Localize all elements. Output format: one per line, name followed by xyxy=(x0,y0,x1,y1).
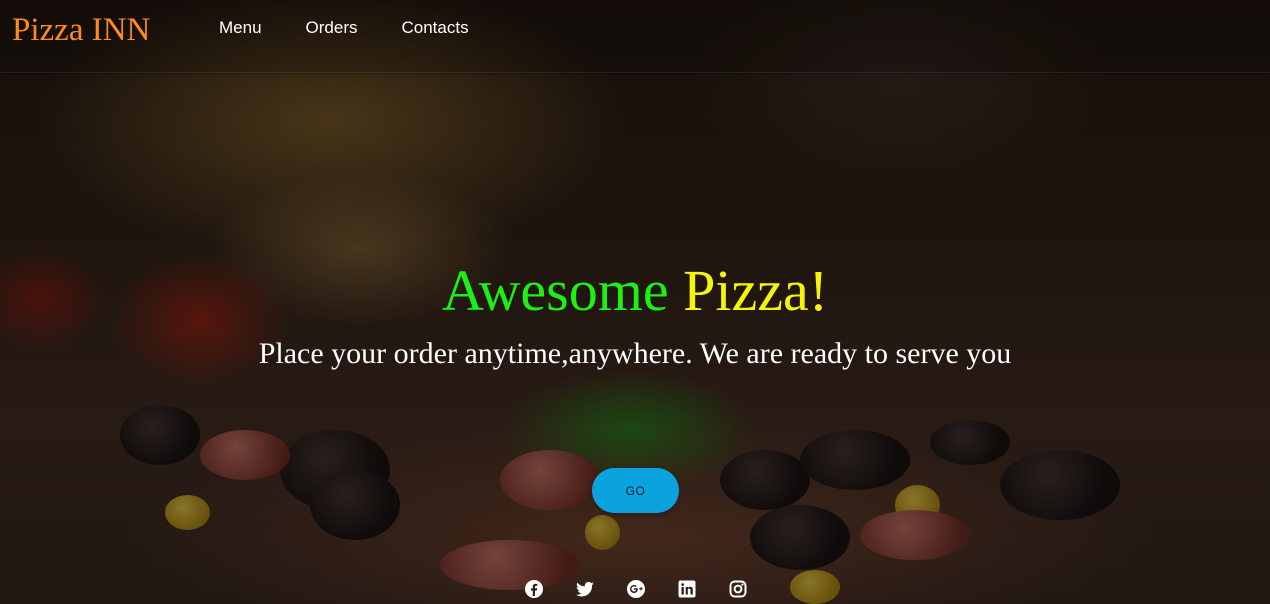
top-navbar: Pizza INN Menu Orders Contacts xyxy=(0,0,1270,73)
nav-links: Menu Orders Contacts xyxy=(197,16,491,40)
headline-word-pizza: Pizza! xyxy=(683,258,829,323)
twitter-icon[interactable] xyxy=(575,579,595,599)
google-plus-icon[interactable] xyxy=(626,579,646,599)
nav-item-contacts[interactable]: Contacts xyxy=(380,16,491,40)
hero-headline: Awesome Pizza! xyxy=(0,258,1270,324)
social-links xyxy=(524,579,779,599)
nav-item-orders[interactable]: Orders xyxy=(284,16,380,40)
go-button[interactable]: GO xyxy=(592,468,679,513)
brand-logo[interactable]: Pizza INN xyxy=(12,10,150,50)
nav-item-menu[interactable]: Menu xyxy=(197,16,284,40)
facebook-icon[interactable] xyxy=(524,579,544,599)
headline-word-awesome: Awesome xyxy=(441,258,669,323)
instagram-icon[interactable] xyxy=(728,579,748,599)
hero-tagline: Place your order anytime,anywhere. We ar… xyxy=(258,337,1012,370)
hero-section: Pizza INN Menu Orders Contacts Awesome P… xyxy=(0,0,1270,604)
linkedin-icon[interactable] xyxy=(677,579,697,599)
